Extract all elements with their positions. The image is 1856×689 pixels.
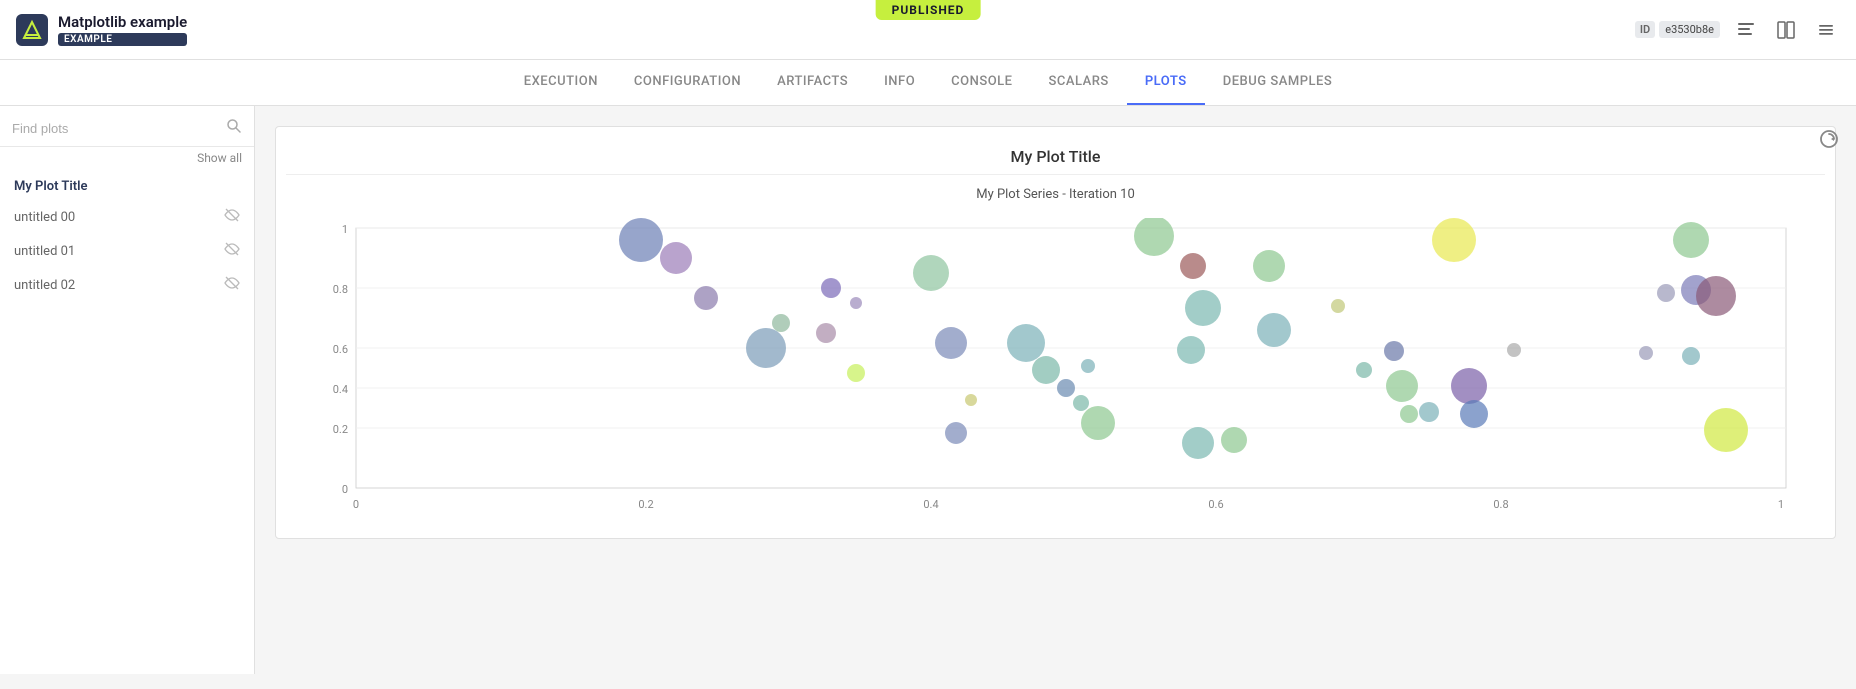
header-id: ID e3530b8e bbox=[1635, 21, 1720, 38]
id-value: e3530b8e bbox=[1659, 21, 1720, 38]
scatter-plot: 1 0.8 0.6 0.4 0.2 0 0 0.2 0.4 0.6 bbox=[316, 218, 1796, 518]
svg-text:0.8: 0.8 bbox=[1493, 498, 1508, 511]
svg-text:1: 1 bbox=[1777, 498, 1783, 511]
app-title: Matplotlib example bbox=[58, 13, 187, 31]
details-button[interactable] bbox=[1732, 16, 1760, 44]
id-label: ID bbox=[1635, 21, 1655, 38]
main-layout: Show all My Plot Title untitled 00 untit… bbox=[0, 106, 1856, 674]
list-item[interactable]: untitled 01 bbox=[0, 234, 254, 268]
compare-icon bbox=[1776, 20, 1796, 40]
plot-title: My Plot Title bbox=[286, 147, 1825, 166]
sidebar-search-container bbox=[0, 106, 254, 147]
show-all-link[interactable]: Show all bbox=[0, 147, 254, 169]
list-item[interactable]: untitled 00 bbox=[0, 200, 254, 234]
main-content: My Plot Title My Plot Series - Iteration… bbox=[255, 106, 1856, 674]
details-icon bbox=[1736, 20, 1756, 40]
search-input[interactable] bbox=[12, 121, 226, 136]
nav-tabs: EXECUTION CONFIGURATION ARTIFACTS INFO C… bbox=[0, 60, 1856, 106]
svg-text:0.2: 0.2 bbox=[638, 498, 653, 511]
refresh-icon bbox=[1818, 128, 1840, 150]
tab-console[interactable]: CONSOLE bbox=[933, 60, 1030, 105]
plot-container: My Plot Title My Plot Series - Iteration… bbox=[275, 126, 1836, 539]
list-item[interactable]: untitled 02 bbox=[0, 268, 254, 302]
sidebar-item-label-1: untitled 01 bbox=[14, 244, 75, 259]
sidebar-item-label-2: untitled 02 bbox=[14, 278, 75, 293]
tab-configuration[interactable]: CONFIGURATION bbox=[616, 60, 759, 105]
tab-scalars[interactable]: SCALARS bbox=[1031, 60, 1127, 105]
app-logo bbox=[16, 14, 48, 46]
hamburger-icon bbox=[1816, 20, 1836, 40]
plot-subtitle: My Plot Series - Iteration 10 bbox=[286, 187, 1825, 202]
header-right: ID e3530b8e bbox=[1635, 16, 1840, 44]
svg-text:0.6: 0.6 bbox=[332, 343, 347, 356]
header-title-area: Matplotlib example EXAMPLE bbox=[58, 13, 187, 46]
menu-button[interactable] bbox=[1812, 16, 1840, 44]
chart-area: 1 0.8 0.6 0.4 0.2 0 0 0.2 0.4 0.6 bbox=[286, 218, 1825, 518]
tab-artifacts[interactable]: ARTIFACTS bbox=[759, 60, 866, 105]
eye-icon-0[interactable] bbox=[224, 207, 240, 227]
tab-info[interactable]: INFO bbox=[866, 60, 933, 105]
sidebar-section-title[interactable]: My Plot Title bbox=[0, 169, 254, 200]
svg-text:0.6: 0.6 bbox=[1208, 498, 1223, 511]
svg-text:0.4: 0.4 bbox=[332, 383, 347, 396]
refresh-button[interactable] bbox=[1818, 128, 1840, 155]
svg-text:0: 0 bbox=[341, 483, 347, 496]
sidebar: Show all My Plot Title untitled 00 untit… bbox=[0, 106, 255, 674]
search-icon bbox=[226, 118, 242, 138]
svg-text:1: 1 bbox=[341, 223, 347, 236]
svg-text:0: 0 bbox=[352, 498, 358, 511]
svg-text:0.2: 0.2 bbox=[332, 423, 347, 436]
published-banner: PUBLISHED bbox=[876, 0, 981, 20]
svg-text:0.8: 0.8 bbox=[332, 283, 347, 296]
compare-button[interactable] bbox=[1772, 16, 1800, 44]
svg-text:0.4: 0.4 bbox=[923, 498, 938, 511]
tab-execution[interactable]: EXECUTION bbox=[506, 60, 616, 105]
tab-plots[interactable]: PLOTS bbox=[1127, 60, 1205, 105]
header-left: Matplotlib example EXAMPLE bbox=[16, 13, 187, 46]
eye-icon-1[interactable] bbox=[224, 241, 240, 261]
app-badge: EXAMPLE bbox=[58, 33, 187, 46]
eye-icon-2[interactable] bbox=[224, 275, 240, 295]
sidebar-item-label-0: untitled 00 bbox=[14, 210, 75, 225]
tab-debug-samples[interactable]: DEBUG SAMPLES bbox=[1205, 60, 1351, 105]
